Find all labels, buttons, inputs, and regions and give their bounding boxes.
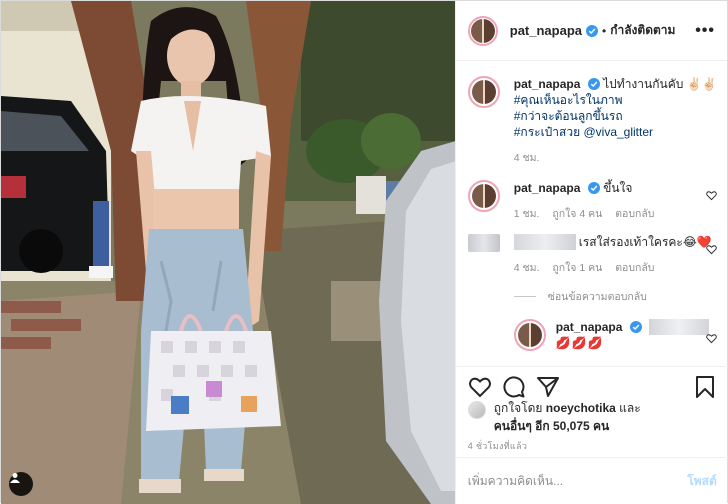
avatar[interactable] (467, 15, 498, 46)
caption: pat_napapa ไปทำงานกันคับ ✌🏻✌🏻 #คุณเห็นอะ… (467, 76, 717, 166)
user-tag-icon (10, 473, 20, 483)
share-icon[interactable] (536, 375, 560, 399)
comment-time[interactable]: 1 ชม. (514, 208, 540, 220)
comment-likes[interactable]: ถูกใจ 4 คน (552, 208, 602, 220)
post-header: pat_napapa • กำลังติดตาม ••• (455, 1, 727, 61)
avatar[interactable] (513, 319, 546, 351)
user-tag-button[interactable] (9, 472, 33, 496)
bookmark-icon[interactable] (693, 375, 717, 399)
comment-username[interactable]: pat_napapa (514, 181, 581, 195)
comment-item: เรสใส่รองเท้าใครคะ😂❤️ 4 ชม. ถูกใจ 1 คน ต… (467, 234, 717, 276)
likes-summary: ถูกใจโดย noeychotika และ คนอื่นๆ อีก 50,… (467, 399, 718, 435)
photo-illustration (1, 1, 455, 504)
hashtag-link[interactable]: #กว่าจะต้อนลูกขึ้นรถ (514, 108, 717, 124)
comment-text: ขึ้นใจ (603, 181, 633, 195)
caption-meta: 4 ชม. (514, 150, 717, 166)
post-side-panel: pat_napapa • กำลังติดตาม ••• pat_napapa (454, 1, 728, 504)
likes-user[interactable]: noeychotika (546, 401, 616, 415)
comment-input[interactable]: เพิ่มความคิดเห็น... (468, 472, 563, 491)
verified-icon (629, 321, 642, 333)
header-separator: • (602, 23, 607, 38)
heart-icon[interactable] (468, 375, 492, 399)
reply-text: 💋💋💋 (555, 336, 604, 350)
mention-link[interactable]: @viva_glitter (583, 125, 653, 139)
reply-body: pat_napapa 💋💋💋 (556, 319, 717, 351)
verified-icon (587, 78, 600, 90)
caption-text: ไปทำงานกันคับ ✌🏻✌🏻 (603, 77, 717, 91)
caption-time[interactable]: 4 ชม. (514, 152, 540, 164)
hide-replies-button[interactable]: ซ่อนข้อความตอบกลับ (513, 288, 717, 305)
post-comment-button[interactable]: โพสต์ (687, 472, 716, 491)
verified-icon (586, 24, 598, 37)
caption-username[interactable]: pat_napapa (514, 77, 581, 91)
comment-meta: 4 ชม. ถูกใจ 1 คน ตอบกลับ (514, 260, 717, 276)
reply-item: pat_napapa 💋💋💋 (513, 319, 717, 351)
likes-prefix: ถูกใจโดย (493, 401, 543, 415)
header-username[interactable]: pat_napapa (510, 23, 582, 38)
comment-reply-button[interactable]: ตอบกลับ (615, 262, 654, 274)
hashtag-link[interactable]: #คุณเห็นอะไรในภาพ (514, 92, 717, 108)
comment-time[interactable]: 4 ชม. (514, 262, 540, 274)
avatar[interactable] (467, 180, 500, 212)
likes-and: และ (619, 401, 641, 415)
heart-icon[interactable] (705, 244, 717, 255)
reply-username[interactable]: pat_napapa (556, 320, 623, 334)
post-timestamp[interactable]: 4 ชั่วโมงที่แล้ว (468, 439, 527, 453)
instagram-post: pat_napapa • กำลังติดตาม ••• pat_napapa (0, 0, 728, 504)
comment-likes[interactable]: ถูกใจ 1 คน (552, 262, 602, 274)
hide-replies-label: ซ่อนข้อความตอบกลับ (547, 291, 647, 303)
likes-text: ถูกใจโดย noeychotika และ คนอื่นๆ อีก 50,… (494, 399, 641, 435)
hashtag-mention-line: #กระเป๋าสวย @viva_glitter (514, 124, 717, 140)
heart-icon[interactable] (705, 333, 717, 344)
heart-icon[interactable] (705, 190, 717, 201)
post-photo[interactable] (1, 1, 455, 504)
replies-divider (513, 296, 536, 297)
caption-body: pat_napapa ไปทำงานกันคับ ✌🏻✌🏻 #คุณเห็นอะ… (514, 76, 717, 166)
following-button[interactable]: กำลังติดตาม (610, 21, 675, 40)
add-comment-bar: เพิ่มความคิดเห็น... โพสต์ (455, 457, 728, 504)
comment-text: เรสใส่รองเท้าใครคะ😂❤️ (578, 235, 712, 249)
comments-section: pat_napapa ไปทำงานกันคับ ✌🏻✌🏻 #คุณเห็นอะ… (456, 62, 728, 366)
hashtag-link[interactable]: #กระเป๋าสวย (514, 125, 580, 139)
verified-icon (587, 182, 600, 194)
comment-item: pat_napapa ขึ้นใจ 1 ชม. ถูกใจ 4 คน ตอบกล… (467, 180, 717, 222)
comment-icon[interactable] (502, 375, 526, 399)
avatar[interactable] (467, 234, 500, 252)
likes-others[interactable]: คนอื่นๆ อีก 50,075 คน (494, 419, 610, 433)
comment-username-redacted[interactable] (513, 234, 576, 250)
comment-meta: 1 ชม. ถูกใจ 4 คน ตอบกลับ (514, 206, 717, 222)
comment-body: pat_napapa ขึ้นใจ 1 ชม. ถูกใจ 4 คน ตอบกล… (514, 180, 717, 222)
reply-mention-redacted (649, 319, 710, 335)
avatar[interactable] (467, 76, 500, 108)
more-options-button[interactable]: ••• (695, 22, 715, 40)
avatar[interactable] (467, 401, 486, 419)
comment-body: เรสใส่รองเท้าใครคะ😂❤️ 4 ชม. ถูกใจ 1 คน ต… (513, 234, 717, 276)
comment-reply-button[interactable]: ตอบกลับ (615, 208, 654, 220)
